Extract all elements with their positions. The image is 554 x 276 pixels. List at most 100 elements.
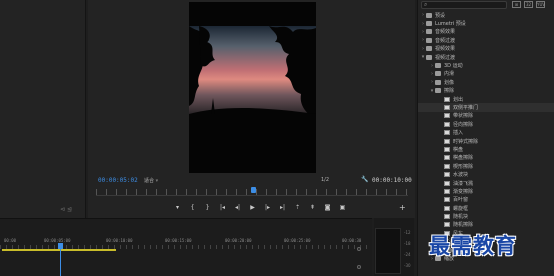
tree-item-label: Lumetri 预设: [435, 21, 466, 28]
meter-db-label: -12: [404, 230, 411, 235]
effect-folder[interactable]: ▾ 视频过渡: [418, 53, 554, 61]
playback-resolution-select[interactable]: 1/2: [321, 177, 329, 183]
timeline-tick-label: 00:00:10:00: [106, 238, 133, 243]
tree-item-label: 带状擦除: [453, 113, 474, 120]
folder-icon: [426, 29, 432, 35]
effect-item[interactable]: 百叶窗: [418, 196, 554, 204]
effect-folder[interactable]: › 音频过渡: [418, 36, 554, 44]
tree-item-label: 插入: [453, 130, 464, 137]
tree-item-label: 时钟式擦除: [453, 138, 479, 145]
effect-item[interactable]: 棋盘: [418, 145, 554, 153]
effect-item[interactable]: 随机擦除: [418, 221, 554, 229]
panel-tool-icons[interactable]: ⊲ ⊴: [60, 206, 72, 213]
effect-item[interactable]: 棋盘擦除: [418, 154, 554, 162]
meter-db-label: -24: [404, 252, 411, 257]
effects-tree: › 预设 › Lumetri 预设 › 音频效果 › 音频过渡 › 视频效果 ▾ 视频过渡 › 3D 运动…: [418, 11, 554, 263]
effect-item[interactable]: 水波块: [418, 170, 554, 178]
tree-item-label: 视频过渡: [435, 54, 456, 61]
tree-item-label: 棋盘擦除: [453, 155, 474, 162]
timeline-tick-label: 00:00:20:00: [225, 238, 252, 243]
go-to-in-icon[interactable]: |◂: [215, 203, 230, 213]
project-panel: ⊲ ⊴: [0, 0, 86, 218]
wrench-icon[interactable]: 🔧: [361, 176, 368, 183]
tree-item-label: 随机块: [453, 214, 469, 221]
effect-item[interactable]: 径向擦除: [418, 120, 554, 128]
camera-icon[interactable]: ◙: [320, 203, 335, 213]
folder-icon: [426, 46, 432, 52]
transition-icon: [444, 96, 450, 102]
effect-folder[interactable]: › 划像: [418, 78, 554, 86]
accelerated-effects-icon[interactable]: ⊞: [512, 1, 521, 8]
timeline-tick-label: 00:00: [4, 238, 17, 243]
tree-item-label: 渐变擦除: [453, 188, 474, 195]
effect-item[interactable]: 渐变擦除: [418, 187, 554, 195]
transition-icon: [444, 155, 450, 161]
multi-camera-icon[interactable]: ▣: [335, 203, 350, 213]
tree-item-label: 棋盘: [453, 146, 464, 153]
transition-icon: [444, 130, 450, 136]
effect-folder[interactable]: › Lumetri 预设: [418, 19, 554, 28]
effect-folder[interactable]: › 预设: [418, 11, 554, 19]
play-icon[interactable]: ▶: [245, 203, 260, 213]
transition-icon: [444, 113, 450, 119]
effects-search-input[interactable]: ⌕: [421, 1, 507, 9]
step-forward-icon[interactable]: |▸: [260, 203, 275, 213]
add-button-icon[interactable]: +: [399, 203, 406, 212]
effect-item[interactable]: 螺旋框: [418, 204, 554, 212]
tree-item-label: 内滑: [444, 71, 455, 78]
filter-icons: ⊞ 32 YUV: [512, 1, 545, 8]
audio-meter: -12 -18 -24 -30: [374, 218, 414, 276]
effect-item[interactable]: 时钟式擦除: [418, 137, 554, 145]
timeline-zoom-handles[interactable]: [357, 247, 362, 275]
effect-folder[interactable]: ▾ 擦除: [418, 87, 554, 95]
transition-icon: [444, 104, 450, 110]
timeline-playhead-line: [60, 249, 61, 276]
extract-icon[interactable]: ⇞: [305, 203, 320, 213]
meter-db-label: -30: [404, 263, 411, 268]
effect-item[interactable]: 插入: [418, 128, 554, 136]
zoom-level-select[interactable]: 适合: [144, 177, 158, 184]
timeline-tick-label: 00:00:15:00: [165, 238, 192, 243]
tree-item-label: 3D 运动: [444, 63, 463, 70]
work-area-bar[interactable]: [2, 249, 116, 251]
32bit-effects-icon[interactable]: 32: [524, 1, 533, 8]
go-to-out-icon[interactable]: ▸|: [275, 203, 290, 213]
effect-item[interactable]: 划出: [418, 95, 554, 103]
folder-icon: [426, 21, 432, 27]
folder-icon: [435, 63, 441, 69]
effect-item[interactable]: 楔形擦除: [418, 162, 554, 170]
folder-icon: [435, 79, 441, 85]
effect-item[interactable]: 双侧平推门: [418, 103, 554, 112]
tree-item-label: 音频效果: [435, 29, 456, 36]
effect-item[interactable]: 油漆飞溅: [418, 179, 554, 187]
yuv-effects-icon[interactable]: YUV: [536, 1, 545, 8]
tree-silhouettes: [189, 2, 316, 173]
mark-in-icon[interactable]: {: [185, 203, 200, 213]
tree-item-label: 螺旋框: [453, 205, 469, 212]
effect-item[interactable]: 带状擦除: [418, 112, 554, 120]
transition-icon: [444, 197, 450, 203]
lift-icon[interactable]: ⇡: [290, 203, 305, 213]
effect-folder[interactable]: › 内滑: [418, 70, 554, 78]
search-icon: ⌕: [424, 1, 428, 8]
video-preview: [189, 2, 316, 173]
playhead-timecode[interactable]: 00:00:05:02: [98, 177, 138, 184]
monitor-ruler-baseline: [96, 195, 408, 196]
step-back-icon[interactable]: ◂|: [230, 203, 245, 213]
tree-item-label: 随机擦除: [453, 222, 474, 229]
tree-item-label: 油漆飞溅: [453, 180, 474, 187]
tree-item-label: 划像: [444, 79, 455, 86]
program-monitor: 00:00:05:02 适合 1/2 🔧 00:00:10:00 ▾ { } |…: [88, 0, 415, 218]
transition-icon: [444, 121, 450, 127]
monitor-playhead[interactable]: [251, 187, 256, 193]
tree-item-label: 径向擦除: [453, 121, 474, 128]
effect-folder[interactable]: › 视频效果: [418, 45, 554, 53]
tree-item-label: 水波块: [453, 172, 469, 179]
effect-folder[interactable]: › 3D 运动: [418, 61, 554, 70]
transition-icon: [444, 214, 450, 220]
mark-out-icon[interactable]: }: [200, 203, 215, 213]
tree-item-label: 双侧平推门: [453, 104, 479, 111]
effect-item[interactable]: 随机块: [418, 212, 554, 220]
effect-folder[interactable]: › 音频效果: [418, 28, 554, 36]
marker-icon[interactable]: ▾: [170, 203, 185, 213]
